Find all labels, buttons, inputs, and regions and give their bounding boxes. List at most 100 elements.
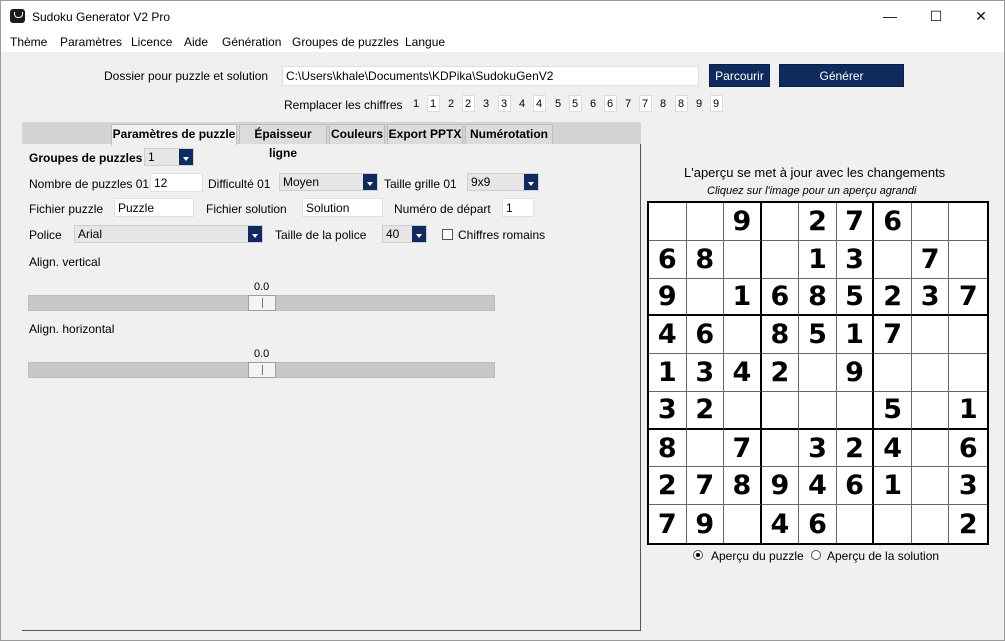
vertical-align-slider-handle[interactable] [248,295,276,311]
grid-cell: 7 [836,203,875,241]
sudoku-preview-grid[interactable]: 9276681379168523746851713429325187324627… [647,201,989,545]
digit-input-6[interactable]: 6 [604,95,617,112]
grid-cell: 4 [724,354,762,392]
vertical-align-label: Align. vertical [29,255,101,269]
tab-export-pptx[interactable]: Export PPTX [387,124,463,144]
maximize-button[interactable]: ☐ [913,1,959,32]
digit-label-8: 8 [660,98,667,110]
grid-cell: 8 [761,316,800,355]
grid-cell: 8 [799,278,837,317]
vertical-align-value: 0.0 [254,281,270,293]
font-label: Police [29,228,62,242]
puzzle-count-input[interactable]: 12 [150,173,203,192]
minimize-button[interactable]: — [867,1,913,32]
tab-numbering[interactable]: Numérotation [465,124,553,144]
app-logo-icon [10,9,25,23]
chevron-down-icon [412,226,426,242]
digit-input-5[interactable]: 5 [569,95,582,112]
grid-size-label: Taille grille 01 [384,177,457,191]
grid-cell: 7 [874,316,912,355]
puzzle-params-panel [22,144,641,631]
folder-path-input[interactable]: C:\Users\khale\Documents\KDPika\SudokuGe… [282,66,699,86]
digit-label-2: 2 [448,98,455,110]
solution-file-input[interactable]: Solution [302,198,383,217]
horizontal-align-slider[interactable] [28,362,495,378]
grid-cell [649,203,687,241]
folder-label: Dossier pour puzzle et solution [104,69,269,83]
menu-aide[interactable]: Aide [184,35,208,49]
grid-cell: 5 [799,316,837,355]
preview-solution-radio[interactable] [811,550,821,560]
grid-cell [911,391,950,430]
digit-input-1[interactable]: 1 [427,95,440,112]
font-size-select[interactable]: 40 [382,225,427,243]
app-window: Sudoku Generator V2 Pro — ☐ ✕ Thème Para… [0,0,1005,641]
grid-cell [911,429,950,468]
grid-cell: 7 [649,505,687,543]
tab-puzzle-params[interactable]: Paramètres de puzzle [111,124,237,145]
grid-cell: 6 [836,467,875,506]
grid-cell: 3 [836,240,875,279]
grid-cell [761,240,800,279]
menu-theme[interactable]: Thème [10,35,47,49]
font-select[interactable]: Arial [74,225,263,243]
horizontal-align-slider-handle[interactable] [248,362,276,378]
digit-input-2[interactable]: 2 [462,95,475,112]
menu-langue[interactable]: Langue [405,35,445,49]
grid-cell: 1 [724,278,762,317]
difficulty-value: Moyen [283,175,320,189]
grid-cell [724,316,762,355]
grid-size-value: 9x9 [471,175,491,189]
chevron-down-icon [524,174,538,190]
digit-input-4[interactable]: 4 [533,95,546,112]
digit-input-3[interactable]: 3 [498,95,511,112]
digit-input-9[interactable]: 9 [710,95,723,112]
replace-digits-label: Remplacer les chiffres [284,98,403,112]
tab-line-thickness[interactable]: Épaisseur ligne [239,124,327,160]
generate-button[interactable]: Générer [779,64,904,87]
tab-colors[interactable]: Couleurs [329,124,385,144]
grid-size-select[interactable]: 9x9 [467,173,539,191]
difficulty-label: Difficulté 01 [208,177,271,191]
digit-input-8[interactable]: 8 [675,95,688,112]
grid-cell [799,354,837,392]
grid-cell [799,391,837,430]
start-number-input[interactable]: 1 [502,198,534,217]
digit-label-5: 5 [555,98,562,110]
puzzle-groups-label: Groupes de puzzles [29,151,143,165]
browse-button[interactable]: Parcourir [709,64,770,87]
menu-generation[interactable]: Génération [222,35,281,49]
grid-cell [874,240,912,279]
roman-numerals-checkbox[interactable] [442,229,453,240]
digit-input-7[interactable]: 7 [639,95,652,112]
grid-cell: 1 [799,240,837,279]
grid-cell [949,354,987,392]
menu-licence[interactable]: Licence [131,35,172,49]
preview-puzzle-radio[interactable] [693,550,703,560]
digit-label-9: 9 [696,98,703,110]
grid-cell: 6 [874,203,912,241]
difficulty-select[interactable]: Moyen [279,173,378,191]
preview-solution-label: Aperçu de la solution [827,549,940,563]
grid-cell: 9 [836,354,875,392]
grid-cell: 3 [911,278,950,317]
grid-cell: 1 [649,354,687,392]
grid-cell: 9 [724,203,762,241]
chevron-down-icon [248,226,262,242]
menu-groupes[interactable]: Groupes de puzzles [292,35,399,49]
puzzle-file-input[interactable]: Puzzle [114,198,194,217]
font-value: Arial [78,227,103,241]
menu-parametres[interactable]: Paramètres [60,35,122,49]
grid-cell: 9 [761,467,800,506]
grid-cell [686,429,725,468]
grid-cell: 3 [649,391,687,430]
puzzle-groups-select[interactable]: 1 [144,148,194,166]
grid-cell [911,354,950,392]
grid-cell: 3 [799,429,837,468]
close-button[interactable]: ✕ [958,1,1004,32]
grid-cell: 7 [686,467,725,506]
grid-cell [724,240,762,279]
grid-cell: 5 [874,391,912,430]
vertical-align-slider[interactable] [28,295,495,311]
puzzle-count-label: Nombre de puzzles 01 [29,177,150,191]
